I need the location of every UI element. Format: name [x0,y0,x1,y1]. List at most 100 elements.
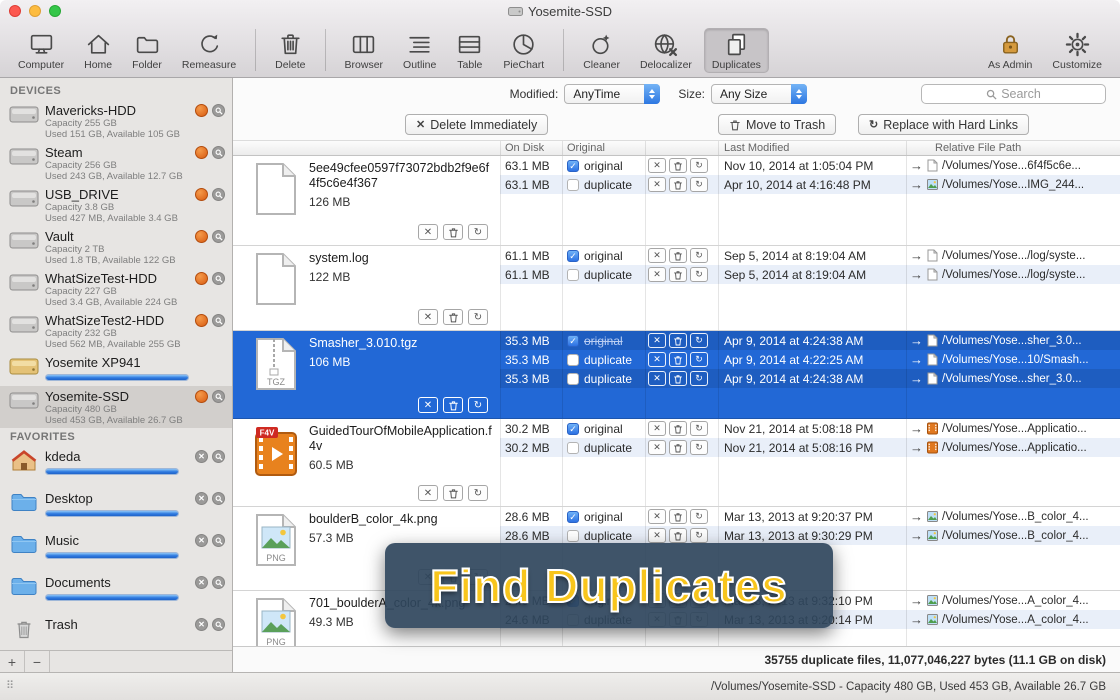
duplicate-entry-row[interactable]: 61.1 MB ✓ original ✕ ↻ Sep 5, 2014 at 8:… [500,246,1120,265]
duplicate-entry-row[interactable]: 35.3 MB ✓ duplicate ✕ ↻ Apr 9, 2014 at 4… [500,369,1120,388]
magnifier-badge[interactable] [212,390,225,403]
entry-hardlink-button[interactable]: ↻ [690,593,708,608]
entry-trash-button[interactable] [669,333,687,348]
sidebar-favorite-documents[interactable]: Documents ✕ [0,572,232,614]
duplicate-entry-row[interactable]: 35.3 MB ✓ original ✕ ↻ Apr 9, 2014 at 4:… [500,331,1120,350]
original-checkbox[interactable]: ✓ [567,354,579,366]
entry-trash-button[interactable] [669,371,687,386]
busy-badge[interactable] [195,188,208,201]
magnifier-badge[interactable] [212,314,225,327]
entry-hardlink-button[interactable]: ↻ [690,440,708,455]
busy-badge[interactable] [195,104,208,117]
remove-badge[interactable]: ✕ [195,534,208,547]
sidebar-favorite-music[interactable]: Music ✕ [0,530,232,572]
entry-hardlink-button[interactable]: ↻ [690,333,708,348]
original-checkbox[interactable]: ✓ [567,614,579,626]
remove-badge[interactable]: ✕ [195,576,208,589]
original-checkbox[interactable]: ✓ [567,442,579,454]
original-checkbox[interactable]: ✓ [567,269,579,281]
entry-delete-button[interactable]: ✕ [648,593,666,608]
sidebar-device-whatsizetest2-hdd[interactable]: WhatSizeTest2-HDD Capacity 232 GB Used 5… [0,310,232,352]
busy-badge[interactable] [195,230,208,243]
entry-delete-button[interactable]: ✕ [648,267,666,282]
entry-delete-button[interactable]: ✕ [648,421,666,436]
close-button[interactable] [9,5,21,17]
busy-badge[interactable] [195,390,208,403]
entry-delete-button[interactable]: ✕ [648,509,666,524]
duplicate-entry-row[interactable]: 61.1 MB ✓ duplicate ✕ ↻ Sep 5, 2014 at 8… [500,265,1120,284]
group-trash-button[interactable] [443,224,463,240]
duplicate-entry-row[interactable]: 28.6 MB ✓ duplicate ✕ ↻ Mar 13, 2013 at … [500,526,1120,545]
toolbar-item-outline[interactable]: Outline [395,28,444,73]
busy-badge[interactable] [195,272,208,285]
duplicate-entry-row[interactable]: 28.6 MB ✓ original ✕ ↻ Mar 13, 2013 at 9… [500,507,1120,526]
group-hardlink-button[interactable]: ↻ [468,224,488,240]
toolbar-item-duplicates[interactable]: Duplicates [704,28,769,73]
move-to-trash-button[interactable]: Move to Trash [718,114,836,135]
original-checkbox[interactable]: ✓ [567,423,579,435]
duplicate-entry-row[interactable]: 24.6 MB ✓ duplicate ✕ ↻ Mar 13, 2013 at … [500,610,1120,629]
remove-badge[interactable]: ✕ [195,450,208,463]
magnifier-badge[interactable] [212,146,225,159]
entry-delete-button[interactable]: ✕ [648,528,666,543]
column-header-last-modified[interactable]: Last Modified [724,142,789,154]
toolbar-item-folder[interactable]: Folder [124,28,170,73]
duplicate-entry-row[interactable]: 63.1 MB ✓ original ✕ ↻ Nov 10, 2014 at 1… [500,156,1120,175]
modified-select[interactable]: AnyTime [564,84,660,104]
sidebar-device-yosemite-xp941[interactable]: Yosemite XP941 [0,352,232,386]
busy-badge[interactable] [195,314,208,327]
delete-immediately-button[interactable]: ✕ Delete Immediately [405,114,548,135]
entry-hardlink-button[interactable]: ↻ [690,528,708,543]
entry-trash-button[interactable] [669,158,687,173]
toolbar-item-cleaner[interactable]: Cleaner [575,28,628,73]
magnifier-badge[interactable] [212,450,225,463]
original-checkbox[interactable]: ✓ [567,335,579,347]
group-hardlink-button[interactable]: ↻ [468,309,488,325]
sidebar-favorite-trash[interactable]: Trash ✕ [0,614,232,644]
entry-trash-button[interactable] [669,509,687,524]
toolbar-item-home[interactable]: Home [76,28,120,73]
sidebar-device-mavericks-hdd[interactable]: Mavericks-HDD Capacity 255 GB Used 151 G… [0,100,232,142]
magnifier-badge[interactable] [212,618,225,631]
entry-trash-button[interactable] [669,528,687,543]
entry-delete-button[interactable]: ✕ [648,440,666,455]
duplicate-group-row[interactable]: 35.3 MB ✓ original ✕ ↻ Apr 9, 2014 at 4:… [233,331,1120,419]
entry-trash-button[interactable] [669,352,687,367]
duplicate-entry-row[interactable]: 35.3 MB ✓ duplicate ✕ ↻ Apr 9, 2014 at 4… [500,350,1120,369]
size-select[interactable]: Any Size [711,84,807,104]
original-checkbox[interactable]: ✓ [567,530,579,542]
column-header-original[interactable]: Original [567,142,605,154]
sidebar-device-yosemite-ssd[interactable]: Yosemite-SSD Capacity 480 GB Used 453 GB… [0,386,232,428]
magnifier-badge[interactable] [212,230,225,243]
duplicate-group-row[interactable]: 63.1 MB ✓ original ✕ ↻ Nov 10, 2014 at 1… [233,156,1120,246]
search-input[interactable]: Search [921,84,1106,104]
column-header-path[interactable]: Relative File Path [935,142,1021,154]
entry-hardlink-button[interactable]: ↻ [690,158,708,173]
duplicate-entry-row[interactable]: 30.2 MB ✓ original ✕ ↻ Nov 21, 2014 at 5… [500,419,1120,438]
entry-hardlink-button[interactable]: ↻ [690,352,708,367]
entry-trash-button[interactable] [669,440,687,455]
sidebar-device-steam[interactable]: Steam Capacity 256 GB Used 243 GB, Avail… [0,142,232,184]
entry-delete-button[interactable]: ✕ [648,177,666,192]
original-checkbox[interactable]: ✓ [567,250,579,262]
group-hardlink-button[interactable]: ↻ [468,397,488,413]
magnifier-badge[interactable] [212,272,225,285]
original-checkbox[interactable]: ✓ [567,179,579,191]
group-trash-button[interactable] [443,309,463,325]
duplicate-entry-row[interactable]: 30.2 MB ✓ duplicate ✕ ↻ Nov 21, 2014 at … [500,438,1120,457]
column-header-on-disk[interactable]: On Disk [505,142,544,154]
remove-badge[interactable]: ✕ [195,492,208,505]
toolbar-item-table[interactable]: Table [448,28,491,73]
duplicate-group-row[interactable]: 30.2 MB ✓ original ✕ ↻ Nov 21, 2014 at 5… [233,419,1120,507]
entry-delete-button[interactable]: ✕ [648,333,666,348]
group-trash-button[interactable] [443,397,463,413]
entry-trash-button[interactable] [669,612,687,627]
sidebar-favorite-kdeda[interactable]: kdeda ✕ [0,446,232,488]
entry-trash-button[interactable] [669,421,687,436]
duplicate-group-row[interactable]: 61.1 MB ✓ original ✕ ↻ Sep 5, 2014 at 8:… [233,246,1120,331]
remove-badge[interactable]: ✕ [195,618,208,631]
toolbar-item-delocalizer[interactable]: Delocalizer [632,28,700,73]
entry-trash-button[interactable] [669,593,687,608]
toolbar-item-remeasure[interactable]: Remeasure [174,28,244,73]
magnifier-badge[interactable] [212,188,225,201]
